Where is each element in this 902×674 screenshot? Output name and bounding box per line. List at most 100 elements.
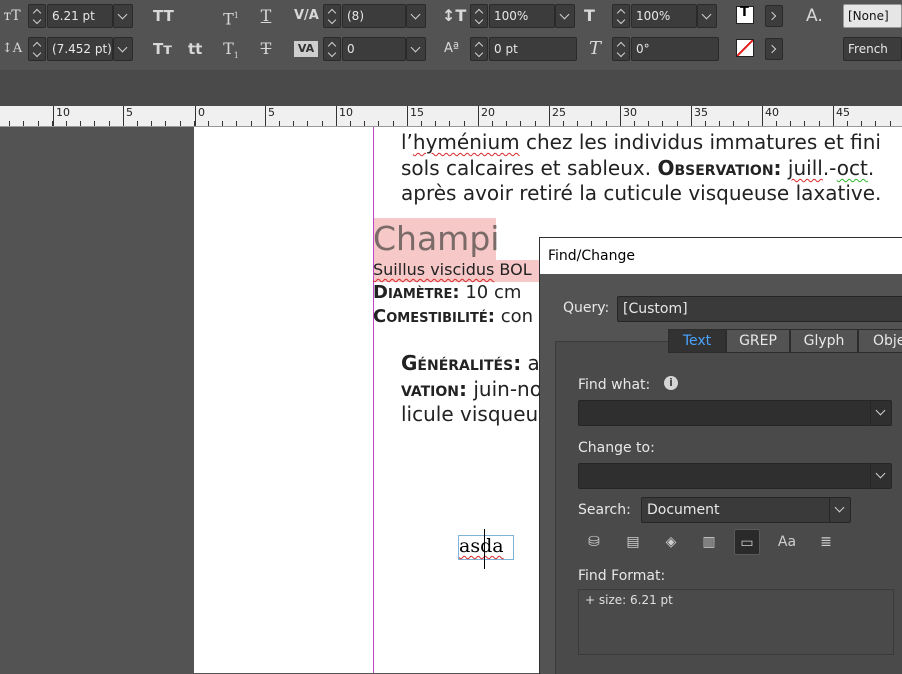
change-to-field[interactable] <box>578 463 872 489</box>
font-size-dropdown[interactable] <box>113 4 133 28</box>
ruler-tick <box>293 121 294 126</box>
stroke-more-button[interactable] <box>765 38 783 60</box>
whole-word-icon[interactable]: ≣ <box>813 529 839 555</box>
all-caps-icon[interactable]: TT <box>153 4 174 28</box>
skew-stepper[interactable] <box>612 37 630 61</box>
strikethrough-icon[interactable]: T <box>255 37 277 61</box>
stroke-swatch[interactable] <box>736 39 754 57</box>
ruler-tick <box>748 121 749 126</box>
baseline-shift-field[interactable]: 0 pt <box>489 37 577 61</box>
ruler-tick <box>705 121 706 126</box>
ruler-tick <box>648 121 649 126</box>
body-line-1: l’hyménium chez les individus immatures … <box>401 130 881 154</box>
baseline-shift-icon: Aª <box>444 41 460 56</box>
find-format-label: Find Format: <box>578 568 666 584</box>
baseline-shift-stepper[interactable] <box>470 37 488 61</box>
ruler-tick <box>819 121 820 126</box>
ruler-tick <box>322 121 323 126</box>
tracking-icon: VA <box>294 41 318 57</box>
find-format-value: + size: 6.21 pt <box>585 593 673 607</box>
ruler-major-tick <box>549 106 550 126</box>
locked-stories-icon[interactable]: ▤ <box>620 529 646 555</box>
observation-line: vation: juin-no <box>401 377 542 401</box>
ruler-label: 40 <box>765 106 779 119</box>
vertical-scale-dropdown[interactable] <box>555 4 575 28</box>
ruler-major-tick <box>620 106 621 126</box>
ruler-tick <box>94 121 95 126</box>
footnotes-icon[interactable]: ▭ <box>734 529 760 555</box>
hidden-layers-icon[interactable]: ◈ <box>658 529 684 555</box>
small-caps-icon[interactable]: Tт <box>153 37 172 61</box>
info-icon[interactable]: i <box>664 376 678 390</box>
species-line: Suillus viscidus BOL <box>373 260 532 279</box>
tracking-stepper[interactable] <box>323 37 341 61</box>
kerning-field[interactable]: (8) <box>342 4 406 28</box>
ruler-tick <box>563 121 564 126</box>
tab-glyph[interactable]: Glyph <box>790 329 858 353</box>
body-line-3: après avoir retiré la cuticule visqueuse… <box>401 181 882 205</box>
case-sensitive-icon[interactable]: Aa <box>774 529 800 555</box>
vertical-scale-field[interactable]: 100% <box>489 4 555 28</box>
tab-object[interactable]: Obje <box>858 329 902 353</box>
superscript-icon[interactable]: T1 <box>220 4 242 31</box>
horizontal-scale-field[interactable]: 100% <box>631 4 697 28</box>
ruler-tick <box>364 121 365 126</box>
leading-field[interactable]: (7.452 pt) <box>47 37 113 61</box>
search-select[interactable]: Document <box>641 497 831 523</box>
horizontal-ruler: 10 5 0 5 10 15 20 25 30 35 40 45 <box>0 106 902 127</box>
leading-icon: ↕A <box>1 41 23 56</box>
ruler-label: 25 <box>552 106 566 119</box>
locked-layers-icon[interactable]: ⛁ <box>581 529 607 555</box>
tab-text[interactable]: Text <box>668 329 726 353</box>
language-field[interactable]: French <box>843 37 902 61</box>
text-fill-icon: T <box>740 5 749 20</box>
font-size-stepper[interactable] <box>28 4 46 28</box>
ruler-tick <box>307 121 308 126</box>
dialog-title[interactable]: Find/Change <box>540 238 902 274</box>
character-style-field[interactable]: [None] <box>843 4 902 28</box>
ruler-tick <box>606 121 607 126</box>
ruler-tick <box>804 121 805 126</box>
text-cursor <box>484 529 485 569</box>
tracking-field[interactable]: 0 <box>342 37 406 61</box>
ruler-tick <box>861 121 862 126</box>
ruler-tick <box>38 121 39 126</box>
ruler-tick <box>236 121 237 126</box>
change-to-label: Change to: <box>578 440 655 456</box>
leading-stepper[interactable] <box>28 37 46 61</box>
find-what-dropdown[interactable] <box>870 400 892 426</box>
ruler-major-tick <box>195 106 196 126</box>
find-what-label: Find what: <box>578 377 651 393</box>
master-pages-icon[interactable]: ▥ <box>696 529 722 555</box>
tracking-dropdown[interactable] <box>406 37 426 61</box>
kerning-dropdown[interactable] <box>406 4 426 28</box>
query-select[interactable]: [Custom] <box>617 296 902 322</box>
ligature-icon[interactable]: tt <box>188 37 202 61</box>
ruler-label: 30 <box>623 106 637 119</box>
text-fill-swatch[interactable]: T <box>736 5 754 24</box>
change-to-dropdown[interactable] <box>870 463 892 489</box>
find-format-box[interactable]: + size: 6.21 pt <box>578 589 894 655</box>
find-what-field[interactable] <box>578 400 872 426</box>
typed-word[interactable]: asda <box>459 535 504 557</box>
skew-icon: T <box>588 38 601 59</box>
vertical-scale-stepper[interactable] <box>470 4 488 28</box>
ruler-tick <box>9 121 10 126</box>
skew-field[interactable]: 0° <box>631 37 719 61</box>
search-dropdown[interactable] <box>829 497 851 523</box>
ruler-tick <box>23 121 24 126</box>
horizontal-scale-dropdown[interactable] <box>697 4 717 28</box>
ruler-label: 10 <box>339 106 353 119</box>
swatch-more-button[interactable] <box>765 5 783 27</box>
underline-icon[interactable]: T <box>255 4 277 28</box>
leading-dropdown[interactable] <box>113 37 133 61</box>
tab-grep[interactable]: GREP <box>726 329 790 353</box>
horizontal-scale-stepper[interactable] <box>612 4 630 28</box>
control-bar: тT 6.21 pt TT T1 T V/A (8) ↕T 100% T 100… <box>0 0 902 70</box>
subscript-icon[interactable]: T1 <box>220 37 242 68</box>
ruler-tick <box>137 121 138 126</box>
font-size-field[interactable]: 6.21 pt <box>47 4 113 28</box>
kerning-stepper[interactable] <box>323 4 341 28</box>
ruler-tick <box>222 121 223 126</box>
ruler-tick <box>435 121 436 126</box>
